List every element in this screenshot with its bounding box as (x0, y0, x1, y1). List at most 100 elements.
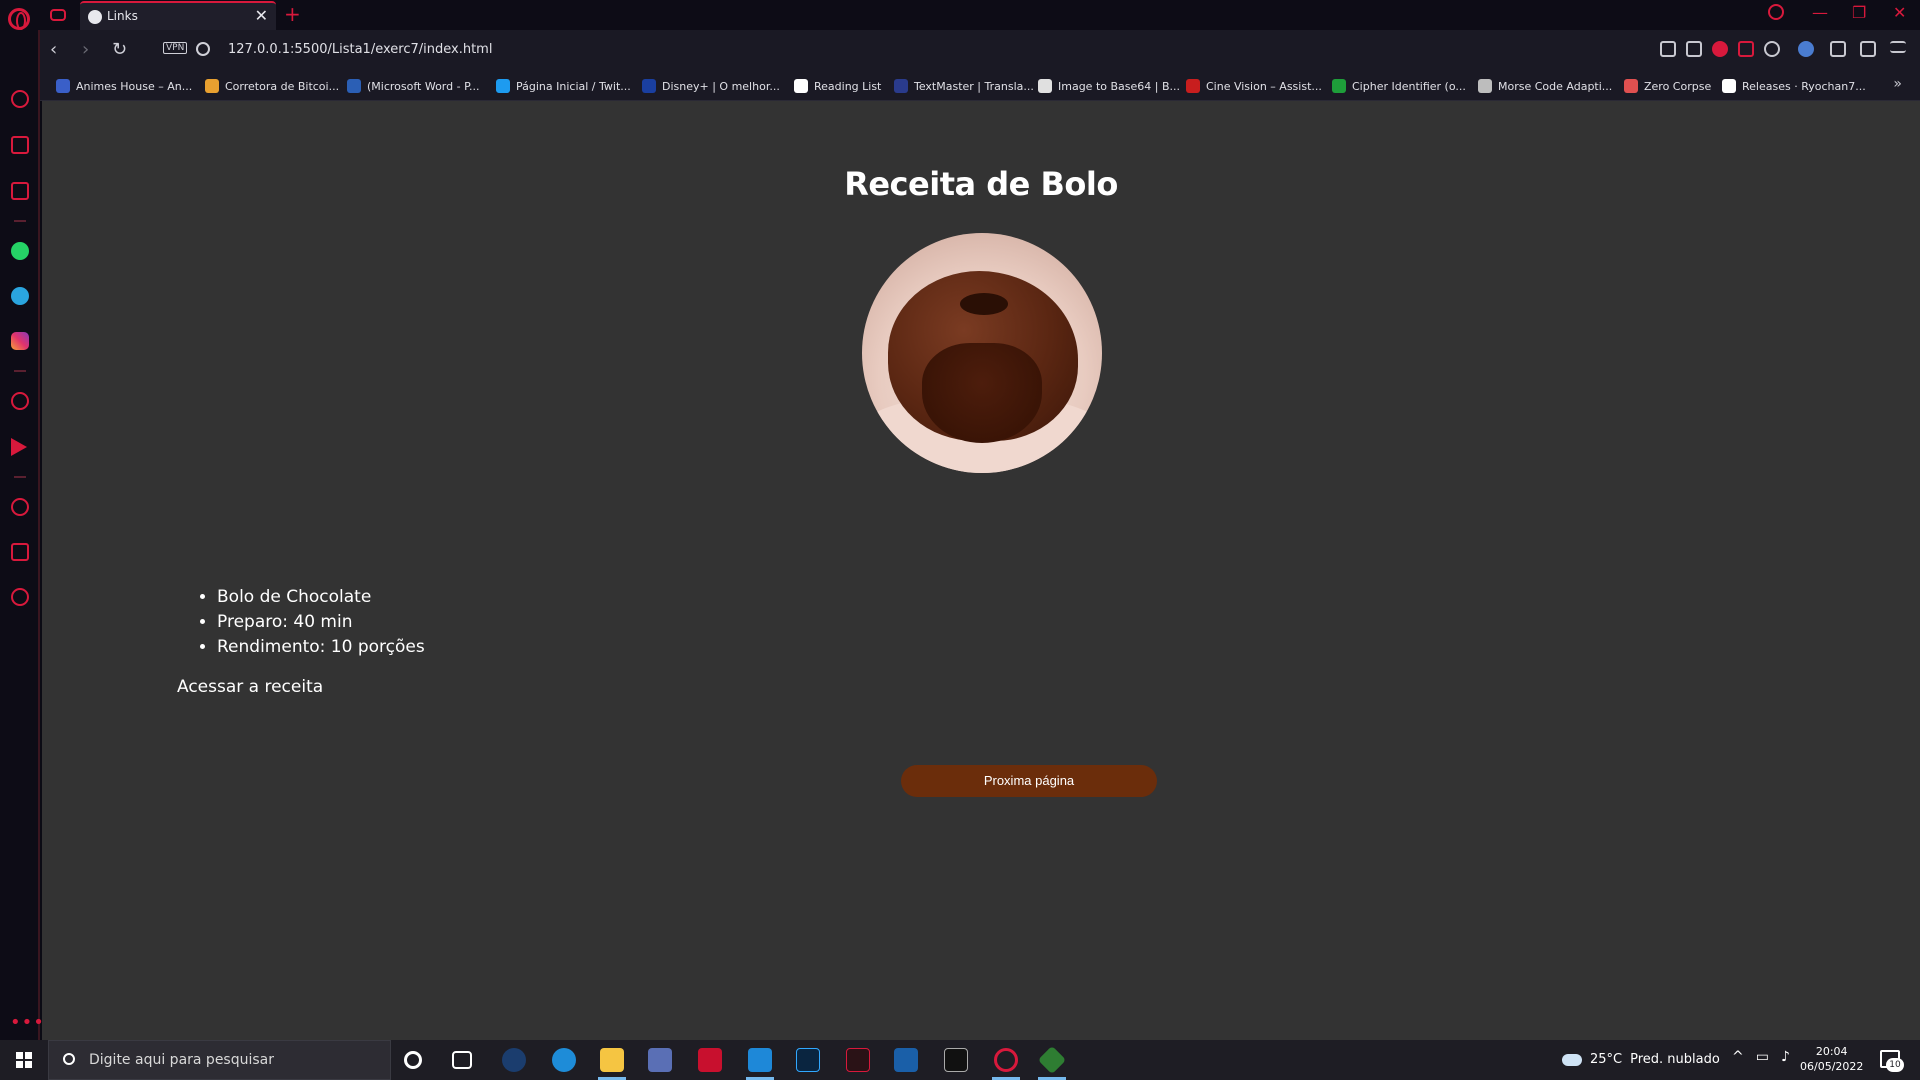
sidebar-divider (14, 220, 26, 222)
bookmark-item[interactable]: Cipher Identifier (o... (1332, 77, 1466, 95)
shopping-bag-icon[interactable] (11, 136, 29, 154)
forward-button[interactable]: › (82, 39, 89, 60)
tab-links[interactable]: Links ✕ (80, 1, 276, 30)
history-icon[interactable] (11, 498, 29, 516)
sidebar-divider (14, 476, 26, 478)
bookmark-item[interactable]: Página Inicial / Twit... (496, 77, 631, 95)
download-icon[interactable] (1860, 41, 1876, 57)
virtualbox-icon[interactable] (894, 1048, 918, 1072)
profile-avatar[interactable] (1798, 41, 1814, 57)
bookmark-item[interactable]: Reading List (794, 77, 881, 95)
bookmark-item[interactable]: Zero Corpse (1624, 77, 1711, 95)
task-view-icon[interactable] (452, 1051, 472, 1069)
share-icon[interactable] (1660, 41, 1676, 57)
bookmark-item[interactable]: Image to Base64 | B... (1038, 77, 1180, 95)
photoshop-icon[interactable] (796, 1048, 820, 1072)
telegram-icon[interactable] (11, 287, 29, 305)
favorites-heart-icon[interactable] (1764, 41, 1780, 57)
bookmark-item[interactable]: Cine Vision – Assist... (1186, 77, 1322, 95)
clock-time: 20:04 (1815, 1045, 1848, 1058)
easy-setup-menu-icon[interactable] (1890, 41, 1906, 53)
file-explorer-icon[interactable] (600, 1048, 624, 1072)
settings-gear-icon[interactable] (11, 588, 29, 606)
snapshot-camera-icon[interactable] (1686, 41, 1702, 57)
next-page-button[interactable]: Proxima página (901, 765, 1157, 797)
sidebar-divider (14, 370, 26, 372)
photos-app-icon[interactable] (648, 1048, 672, 1072)
bookmark-favicon-icon (1038, 79, 1052, 93)
list-item: Rendimento: 10 porções (217, 635, 425, 660)
adblock-shield-icon[interactable] (1712, 41, 1728, 57)
git-app-icon[interactable] (1037, 1045, 1067, 1075)
send-icon[interactable] (11, 438, 27, 456)
bookmark-favicon-icon (205, 79, 219, 93)
bookmarks-overflow-icon[interactable]: » (1893, 76, 1902, 92)
network-icon[interactable]: ▭ (1756, 1049, 1769, 1065)
bookmark-item[interactable]: Animes House – An... (56, 77, 192, 95)
bookmark-favicon-icon (1186, 79, 1200, 93)
volume-icon[interactable]: ♪ (1781, 1049, 1790, 1065)
bookmark-favicon-icon (1478, 79, 1492, 93)
vscode-icon[interactable] (748, 1048, 772, 1072)
page-content: Receita de Bolo Bolo de Chocolate Prepar… (42, 101, 1920, 1040)
extensions-icon[interactable] (11, 543, 29, 561)
new-tab-button[interactable]: + (284, 2, 301, 26)
taskbar-search-input[interactable]: Digite aqui para pesquisar (48, 1040, 391, 1080)
vivaldi-like-icon[interactable] (846, 1048, 870, 1072)
twitch-icon[interactable] (11, 182, 29, 200)
restore-button[interactable]: ❐ (1852, 3, 1866, 22)
site-info-icon[interactable] (196, 42, 210, 56)
close-window-button[interactable]: ✕ (1893, 3, 1906, 22)
speed-dial-icon[interactable] (11, 90, 29, 108)
weather-widget[interactable]: 25°C Pred. nublado (1562, 1052, 1720, 1067)
browser-title-bar: Links ✕ + — ❐ ✕ (0, 0, 1920, 30)
windows-start-icon[interactable] (16, 1052, 32, 1068)
tab-title: Links (107, 9, 138, 23)
list-item: Preparo: 40 min (217, 610, 425, 635)
bookmark-favicon-icon (794, 79, 808, 93)
bookmark-item[interactable]: (Microsoft Word - P... (347, 77, 480, 95)
bookmark-favicon-icon (347, 79, 361, 93)
player-icon[interactable] (11, 392, 29, 410)
bookmark-item[interactable]: Disney+ | O melhor... (642, 77, 780, 95)
bookmark-item[interactable]: Corretora de Bitcoi... (205, 77, 339, 95)
flow-icon[interactable] (1738, 41, 1754, 57)
bookmark-item[interactable]: Releases · Ryochan7... (1722, 77, 1866, 95)
opera-logo-icon[interactable] (8, 8, 30, 30)
bookmark-item[interactable]: TextMaster | Transla... (894, 77, 1034, 95)
tab-search-icon[interactable] (1768, 4, 1784, 20)
terminal-icon[interactable] (944, 1048, 968, 1072)
clock[interactable]: 20:04 06/05/2022 (1800, 1044, 1863, 1074)
clock-date: 06/05/2022 (1800, 1060, 1864, 1073)
search-placeholder: Digite aqui para pesquisar (89, 1052, 275, 1068)
url-field[interactable]: 127.0.0.1:5500/Lista1/exerc7/index.html (228, 42, 492, 57)
whatsapp-icon[interactable] (11, 242, 29, 260)
back-button[interactable]: ‹ (50, 39, 57, 60)
sidebar-more-icon[interactable]: ••• (10, 1012, 45, 1033)
bookmark-favicon-icon (1722, 79, 1736, 93)
mendeley-icon[interactable] (698, 1048, 722, 1072)
instagram-icon[interactable] (11, 332, 29, 350)
vpn-badge[interactable]: VPN (163, 42, 188, 54)
steam-icon[interactable] (502, 1048, 526, 1072)
bookmark-favicon-icon (496, 79, 510, 93)
reload-button[interactable]: ↻ (112, 39, 127, 60)
chocolate-cake-image (862, 233, 1102, 473)
windows-taskbar: Digite aqui para pesquisar 25°C Pred. nu… (0, 1040, 1920, 1080)
list-item: Bolo de Chocolate (217, 585, 425, 610)
minimize-button[interactable]: — (1812, 3, 1828, 22)
access-recipe-link[interactable]: Acessar a receita (177, 677, 323, 697)
recipe-info-list: Bolo de Chocolate Preparo: 40 min Rendim… (217, 585, 425, 660)
globe-icon (88, 10, 102, 24)
page-title: Receita de Bolo (844, 165, 1118, 203)
bookmark-item[interactable]: Morse Code Adapti... (1478, 77, 1612, 95)
opera-gx-taskbar-icon[interactable] (994, 1048, 1018, 1072)
cortana-icon[interactable] (404, 1051, 422, 1069)
cube-extension-icon[interactable] (1830, 41, 1846, 57)
bookmark-favicon-icon (1332, 79, 1346, 93)
chevron-up-icon[interactable]: ^ (1732, 1049, 1744, 1065)
gx-control-icon[interactable] (50, 9, 66, 21)
close-tab-icon[interactable]: ✕ (255, 6, 268, 25)
opera-sidebar: ••• (0, 30, 44, 1040)
edge-icon[interactable] (552, 1048, 576, 1072)
